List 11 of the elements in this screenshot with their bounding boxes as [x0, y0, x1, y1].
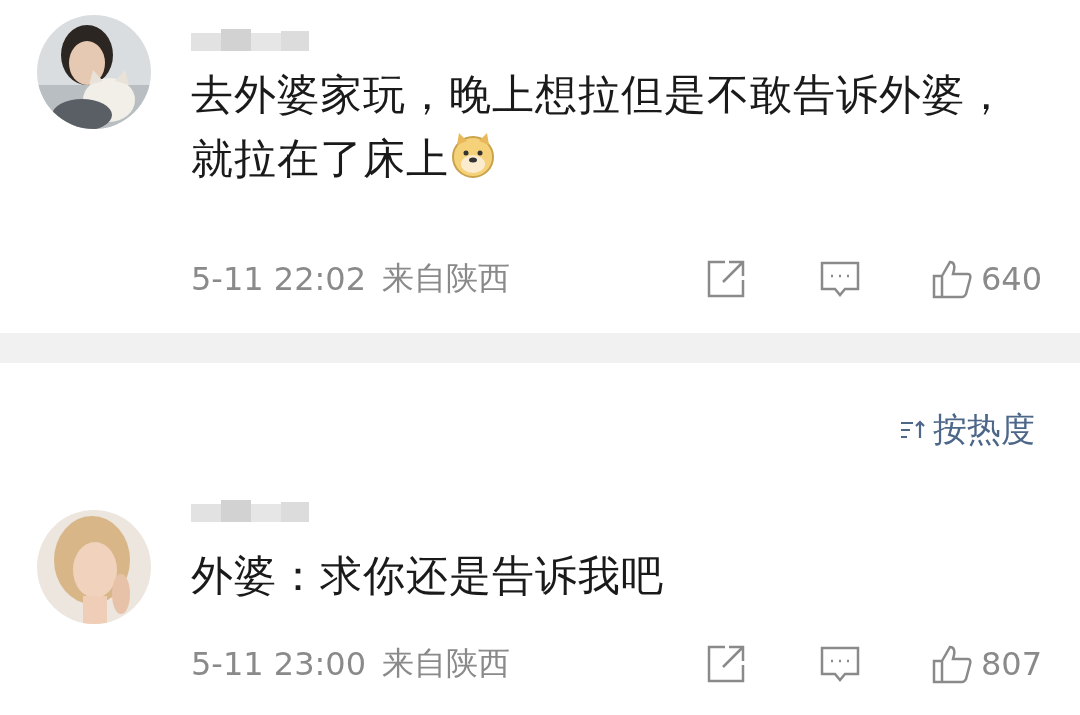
comment-location: 来自陕西	[382, 258, 510, 299]
like-count: 807	[980, 645, 1042, 683]
sort-button[interactable]: 按热度	[899, 408, 1035, 452]
comment-location: 来自陕西	[382, 643, 510, 684]
comment-time: 5-11 23:00	[191, 645, 366, 683]
thumbs-up-icon[interactable]	[930, 258, 973, 300]
comment-time: 5-11 22:02	[191, 260, 366, 298]
comment-text: 外婆：求你还是告诉我吧	[191, 550, 665, 602]
comment-text: 去外婆家玩，晚上想拉但是不敢告诉外婆，就拉在了床上	[191, 69, 1009, 185]
like-count: 640	[980, 260, 1042, 298]
thumbs-up-icon[interactable]	[930, 643, 973, 685]
